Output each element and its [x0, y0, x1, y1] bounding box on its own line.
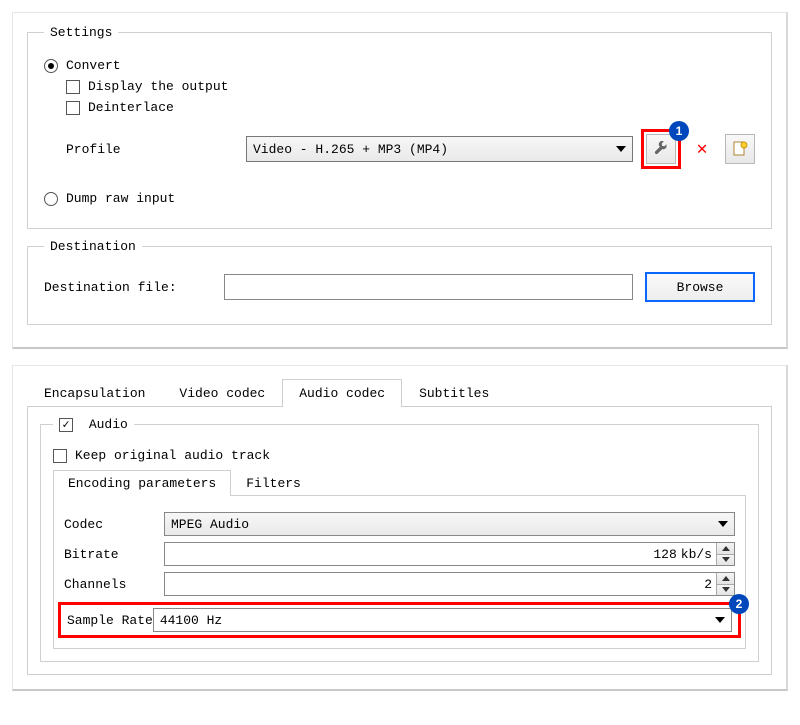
chevron-down-icon	[715, 617, 725, 623]
bitrate-value: 128	[171, 547, 677, 562]
browse-button[interactable]: Browse	[645, 272, 755, 302]
annotation-badge-1: 1	[669, 121, 689, 141]
new-profile-button[interactable]	[725, 134, 755, 164]
sample-rate-label: Sample Rate	[67, 613, 153, 628]
profile-editor-panel: Encapsulation Video codec Audio codec Su…	[12, 365, 788, 691]
chevron-down-icon	[722, 587, 730, 592]
channels-value: 2	[171, 577, 712, 592]
codec-value: MPEG Audio	[171, 517, 249, 532]
audio-tabpane: Audio Keep original audio track Encoding…	[27, 407, 772, 675]
sample-rate-select[interactable]: 44100 Hz	[153, 608, 732, 632]
dump-raw-label: Dump raw input	[66, 191, 175, 206]
codec-row: Codec MPEG Audio	[64, 512, 735, 536]
tab-encapsulation[interactable]: Encapsulation	[27, 379, 162, 407]
tab-audio-codec[interactable]: Audio codec	[282, 379, 402, 407]
bitrate-row: Bitrate 128 kb/s	[64, 542, 735, 566]
subtab-filters[interactable]: Filters	[231, 470, 316, 496]
delete-profile-button[interactable]: ✕	[687, 134, 717, 164]
destination-group: Destination Destination file: Browse	[27, 239, 772, 325]
channels-spinner[interactable]: 2	[164, 572, 735, 596]
codec-label: Codec	[64, 517, 164, 532]
settings-group: Settings Convert Display the output Dein…	[27, 25, 772, 229]
display-output-row[interactable]: Display the output	[66, 79, 755, 94]
profile-value: Video - H.265 + MP3 (MP4)	[253, 142, 448, 157]
audio-group: Audio Keep original audio track Encoding…	[40, 417, 759, 662]
radio-dump-raw[interactable]	[44, 192, 58, 206]
keep-original-row[interactable]: Keep original audio track	[53, 448, 746, 463]
channels-label: Channels	[64, 577, 164, 592]
chevron-down-icon	[616, 146, 626, 152]
chevron-up-icon	[722, 576, 730, 581]
display-output-label: Display the output	[88, 79, 228, 94]
spin-down-button[interactable]	[717, 585, 734, 596]
keep-original-label: Keep original audio track	[75, 448, 270, 463]
convert-panel: Settings Convert Display the output Dein…	[12, 12, 788, 349]
spin-up-button[interactable]	[717, 573, 734, 585]
encoding-params-pane: Codec MPEG Audio Bitrate 128 kb/s	[53, 496, 746, 649]
destination-legend: Destination	[44, 239, 142, 254]
settings-legend: Settings	[44, 25, 118, 40]
deinterlace-label: Deinterlace	[88, 100, 174, 115]
profile-label: Profile	[66, 142, 246, 157]
audio-subtabs: Encoding parameters Filters	[53, 469, 746, 496]
new-file-icon	[732, 141, 748, 157]
profile-combobox[interactable]: Video - H.265 + MP3 (MP4)	[246, 136, 633, 162]
profile-row: Profile Video - H.265 + MP3 (MP4) 1 ✕	[44, 129, 755, 169]
tab-subtitles[interactable]: Subtitles	[402, 379, 506, 407]
checkbox-display-output[interactable]	[66, 80, 80, 94]
audio-legend-row[interactable]: Audio	[53, 417, 134, 432]
channels-spin-buttons[interactable]	[716, 573, 734, 595]
profile-tabs: Encapsulation Video codec Audio codec Su…	[27, 378, 772, 407]
destination-file-input[interactable]	[224, 274, 633, 300]
codec-select[interactable]: MPEG Audio	[164, 512, 735, 536]
chevron-down-icon	[722, 557, 730, 562]
subtab-encoding-params[interactable]: Encoding parameters	[53, 470, 231, 496]
spin-down-button[interactable]	[717, 555, 734, 566]
channels-row: Channels 2	[64, 572, 735, 596]
convert-label: Convert	[66, 58, 121, 73]
destination-file-row: Destination file: Browse	[44, 272, 755, 302]
bitrate-unit: kb/s	[681, 547, 712, 562]
bitrate-spinner[interactable]: 128 kb/s	[164, 542, 735, 566]
chevron-up-icon	[722, 546, 730, 551]
checkbox-deinterlace[interactable]	[66, 101, 80, 115]
convert-radio-row[interactable]: Convert	[44, 58, 755, 73]
wrench-icon	[653, 141, 669, 157]
spin-up-button[interactable]	[717, 543, 734, 555]
checkbox-audio[interactable]	[59, 418, 73, 432]
deinterlace-row[interactable]: Deinterlace	[66, 100, 755, 115]
close-icon: ✕	[697, 138, 708, 160]
radio-convert[interactable]	[44, 59, 58, 73]
chevron-down-icon	[718, 521, 728, 527]
annotation-highlight-1: 1	[641, 129, 681, 169]
audio-legend: Audio	[89, 417, 128, 432]
tab-video-codec[interactable]: Video codec	[162, 379, 282, 407]
destination-file-label: Destination file:	[44, 280, 224, 295]
bitrate-spin-buttons[interactable]	[716, 543, 734, 565]
annotation-badge-2: 2	[729, 594, 749, 614]
checkbox-keep-original[interactable]	[53, 449, 67, 463]
sample-rate-value: 44100 Hz	[160, 613, 222, 628]
bitrate-label: Bitrate	[64, 547, 164, 562]
dump-raw-row[interactable]: Dump raw input	[44, 191, 755, 206]
annotation-highlight-2: Sample Rate 44100 Hz 2	[58, 602, 741, 638]
